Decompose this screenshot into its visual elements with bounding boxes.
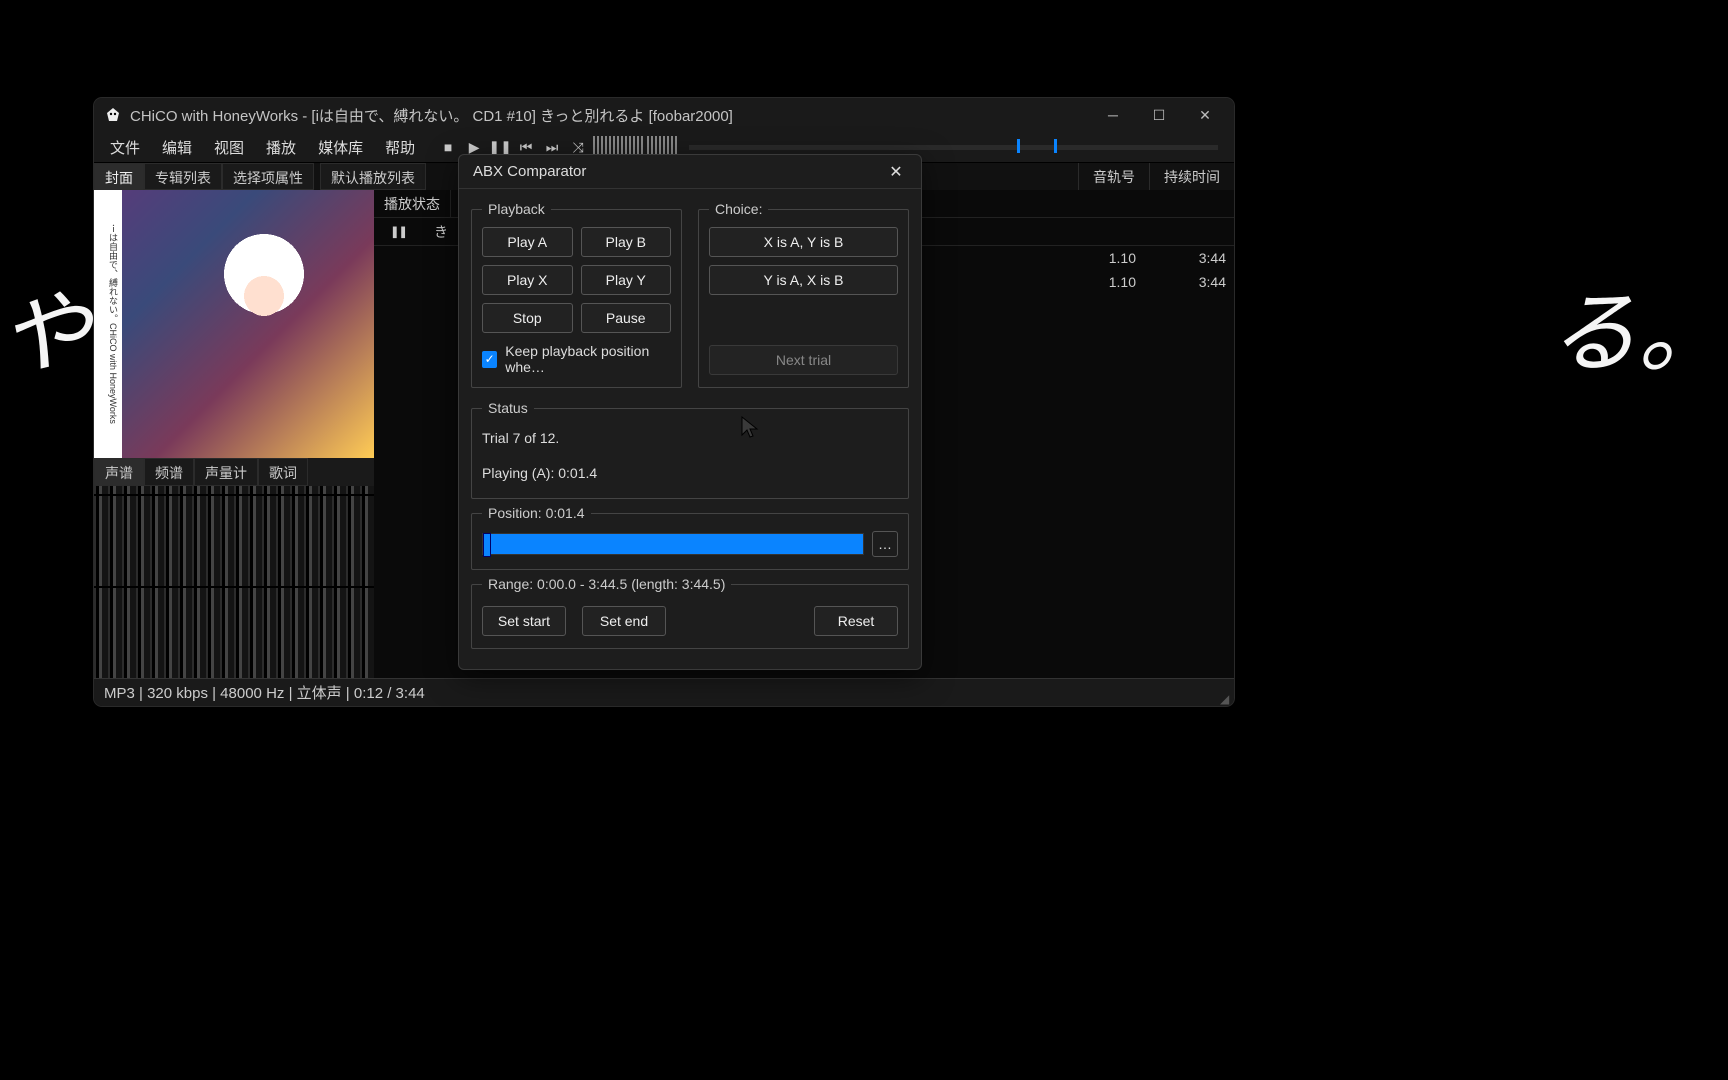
titlebar[interactable]: CHiCO with HoneyWorks - [iは自由で、縛れない。 CD1… (94, 98, 1234, 132)
position-slider[interactable] (482, 533, 864, 555)
play-b-button[interactable]: Play B (581, 227, 672, 257)
col-track-no[interactable]: 音轨号 (1078, 163, 1149, 190)
status-legend: Status (482, 400, 534, 416)
menu-file[interactable]: 文件 (100, 133, 150, 162)
dialog-titlebar[interactable]: ABX Comparator ✕ (459, 155, 921, 189)
statusbar-text: MP3 | 320 kbps | 48000 Hz | 立体声 | 0:12 /… (104, 682, 425, 703)
app-icon (104, 106, 122, 124)
duration-cell: 3:44 (1154, 274, 1234, 290)
resize-grip-icon[interactable]: ◢ (1220, 692, 1232, 704)
seekbar[interactable] (689, 145, 1218, 150)
playback-legend: Playback (482, 201, 551, 217)
left-pane: ｉは自由で、縛れない。CHiCO with HoneyWorks 声谱 频谱 声… (94, 190, 374, 678)
col-duration[interactable]: 持续时间 (1149, 163, 1234, 190)
pause-indicator-icon: ❚❚ (374, 224, 424, 240)
window-title: CHiCO with HoneyWorks - [iは自由で、縛れない。 CD1… (130, 105, 1090, 126)
play-a-button[interactable]: Play A (482, 227, 573, 257)
viz-tab-lyrics[interactable]: 歌词 (258, 458, 308, 486)
abx-comparator-dialog: ABX Comparator ✕ Playback Play A Play B … (458, 154, 922, 670)
playback-state-header[interactable]: 播放状态 (374, 190, 451, 218)
viz-tab-spectrum[interactable]: 频谱 (144, 458, 194, 486)
now-playing-title: き (424, 218, 459, 246)
set-end-button[interactable]: Set end (582, 606, 666, 636)
visualization-tabs: 声谱 频谱 声量计 歌词 (94, 458, 374, 486)
background-glyph-left: や (0, 260, 90, 390)
background-glyph-right: る。 (1548, 260, 1728, 390)
keep-position-label: Keep playback position whe… (505, 343, 671, 375)
viz-tab-vu[interactable]: 声量计 (194, 458, 258, 486)
status-playing: Playing (A): 0:01.4 (482, 461, 898, 486)
menu-view[interactable]: 视图 (204, 133, 254, 162)
position-group: Position: 0:01.4 … (471, 505, 909, 570)
tab-album-list[interactable]: 专辑列表 (144, 163, 222, 190)
y-is-a-button[interactable]: Y is A, X is B (709, 265, 898, 295)
spectrogram-display (94, 486, 374, 678)
statusbar: MP3 | 320 kbps | 48000 Hz | 立体声 | 0:12 /… (94, 678, 1234, 706)
stop-icon[interactable]: ■ (437, 136, 459, 158)
album-spine-text: ｉは自由で、縛れない。CHiCO with HoneyWorks (94, 190, 122, 458)
range-legend: Range: 0:00.0 - 3:44.5 (length: 3:44.5) (482, 576, 731, 592)
seekbar-marker-a[interactable] (1017, 139, 1020, 153)
maximize-button[interactable]: ☐ (1136, 98, 1182, 132)
dialog-title: ABX Comparator (473, 163, 586, 180)
menu-library[interactable]: 媒体库 (308, 133, 373, 162)
tab-default-playlist[interactable]: 默认播放列表 (320, 163, 426, 190)
range-group: Range: 0:00.0 - 3:44.5 (length: 3:44.5) … (471, 576, 909, 649)
menu-playback[interactable]: 播放 (256, 133, 306, 162)
checkbox-checked-icon: ✓ (482, 351, 497, 368)
play-y-button[interactable]: Play Y (581, 265, 672, 295)
position-more-button[interactable]: … (872, 531, 898, 557)
menu-help[interactable]: 帮助 (375, 133, 425, 162)
x-is-a-button[interactable]: X is A, Y is B (709, 227, 898, 257)
choice-group: Choice: X is A, Y is B Y is A, X is B Ne… (698, 201, 909, 388)
album-art[interactable]: ｉは自由で、縛れない。CHiCO with HoneyWorks (94, 190, 374, 458)
choice-legend: Choice: (709, 201, 768, 217)
set-start-button[interactable]: Set start (482, 606, 566, 636)
reset-button[interactable]: Reset (814, 606, 898, 636)
position-thumb[interactable] (483, 533, 491, 557)
minimize-button[interactable]: ─ (1090, 98, 1136, 132)
position-legend: Position: 0:01.4 (482, 505, 591, 521)
play-x-button[interactable]: Play X (482, 265, 573, 295)
close-button[interactable]: ✕ (1182, 98, 1228, 132)
tab-cover[interactable]: 封面 (94, 163, 144, 190)
menu-edit[interactable]: 编辑 (152, 133, 202, 162)
track-no-cell: 1.10 (1074, 274, 1154, 290)
track-no-cell: 1.10 (1074, 250, 1154, 266)
tab-properties[interactable]: 选择项属性 (222, 163, 314, 190)
duration-cell: 3:44 (1154, 250, 1234, 266)
dialog-close-button[interactable]: ✕ (881, 157, 911, 187)
keep-position-checkbox[interactable]: ✓ Keep playback position whe… (482, 343, 671, 375)
status-trial: Trial 7 of 12. (482, 426, 898, 451)
playback-group: Playback Play A Play B Play X Play Y Sto… (471, 201, 682, 388)
pause-button[interactable]: Pause (581, 303, 672, 333)
stop-button[interactable]: Stop (482, 303, 573, 333)
status-group: Status Trial 7 of 12. Playing (A): 0:01.… (471, 400, 909, 499)
seekbar-marker-b[interactable] (1054, 139, 1057, 153)
next-trial-button[interactable]: Next trial (709, 345, 898, 375)
viz-tab-spectrogram[interactable]: 声谱 (94, 458, 144, 486)
